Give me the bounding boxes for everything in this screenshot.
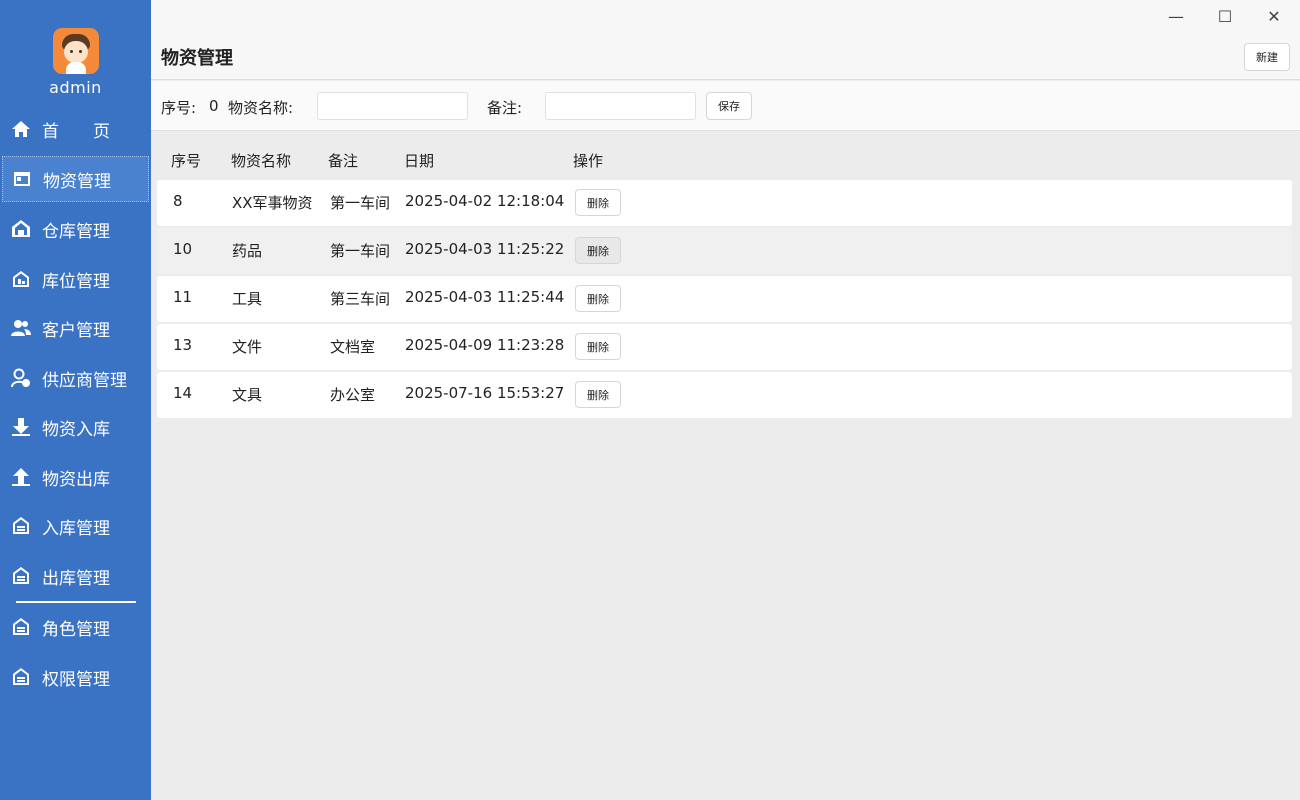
table-header: 序号 物资名称 备注 日期 操作 [151,131,1300,179]
main-content: — ☐ ✕ 物资管理 新建 序号: 0 物资名称: 备注: 保存 序号 物资名称… [151,0,1300,800]
home-icon [10,118,32,140]
sidebar: admin 首 页 物资管理 仓库管理 库位管理 客户管理 供应商管理 物资入库… [0,0,151,800]
table-row[interactable]: 14 文具 办公室 2025-07-16 15:53:27 删除 [157,372,1292,418]
save-button[interactable]: 保存 [706,92,752,120]
column-header-name: 物资名称 [231,152,292,170]
cell-date: 2025-04-02 12:18:04 [405,192,565,210]
username: admin [49,78,102,97]
outbound-icon [10,565,32,587]
delete-button[interactable]: 删除 [575,237,621,264]
sidebar-item-customers[interactable]: 客户管理 [2,305,149,351]
column-header-date: 日期 [404,152,435,170]
sidebar-item-label: 库位管理 [42,271,110,292]
cell-note: 文档室 [330,338,376,356]
delete-button[interactable]: 删除 [575,285,621,312]
cell-id: 13 [173,336,193,354]
close-icon: ✕ [1267,6,1281,26]
sidebar-item-permission[interactable]: 权限管理 [2,654,149,700]
app-window: admin 首 页 物资管理 仓库管理 库位管理 客户管理 供应商管理 物资入库… [0,0,1300,800]
sidebar-item-label: 权限管理 [42,669,110,690]
location-icon [10,268,32,290]
arrow-down-icon [10,416,32,438]
close-button[interactable]: ✕ [1259,4,1289,28]
supplier-icon [10,367,32,389]
materials-icon [11,168,33,190]
new-button[interactable]: 新建 [1244,43,1290,71]
sidebar-item-role[interactable]: 角色管理 [2,604,149,650]
id-value: 0 [209,97,219,115]
sidebar-item-location[interactable]: 库位管理 [2,256,149,302]
sidebar-item-label: 仓库管理 [42,221,110,242]
cell-date: 2025-04-03 11:25:22 [405,240,565,258]
sidebar-item-home[interactable]: 首 页 [2,106,149,152]
maximize-icon: ☐ [1217,6,1233,26]
edit-form: 序号: 0 物资名称: 备注: 保存 [151,81,1300,131]
sidebar-item-supplier[interactable]: 供应商管理 [2,355,149,401]
sidebar-item-label: 物资管理 [43,171,111,192]
sidebar-item-materials[interactable]: 物资管理 [2,156,149,202]
cell-note: 第一车间 [330,194,391,212]
cell-date: 2025-04-09 11:23:28 [405,336,565,354]
sidebar-item-label: 供应商管理 [42,370,127,391]
cell-note: 办公室 [330,386,376,404]
nav-divider [16,601,136,603]
delete-button[interactable]: 删除 [575,333,621,360]
table-row[interactable]: 8 XX军事物资 第一车间 2025-04-02 12:18:04 删除 [157,180,1292,226]
cell-date: 2025-04-03 11:25:44 [405,288,565,306]
minimize-icon: — [1168,6,1184,26]
cell-name: 文具 [232,386,263,404]
cell-id: 11 [173,288,193,306]
cell-note: 第一车间 [330,242,391,260]
delete-button[interactable]: 删除 [575,381,621,408]
role-icon [10,616,32,638]
customers-icon [10,317,32,339]
avatar[interactable] [52,28,99,74]
header-bar: — ☐ ✕ 物资管理 新建 [151,0,1300,80]
sidebar-item-warehouse[interactable]: 仓库管理 [2,206,149,252]
column-header-note: 备注 [328,152,359,170]
cell-id: 8 [173,192,183,210]
table-row[interactable]: 11 工具 第三车间 2025-04-03 11:25:44 删除 [157,276,1292,322]
sidebar-item-label: 客户管理 [42,320,110,341]
permission-icon [10,666,32,688]
sidebar-item-label: 物资入库 [42,419,110,440]
cell-date: 2025-07-16 15:53:27 [405,384,565,402]
sidebar-item-label: 入库管理 [42,518,110,539]
cell-name: XX军事物资 [232,194,313,212]
sidebar-item-label: 角色管理 [42,619,110,640]
arrow-up-icon [10,466,32,488]
sidebar-item-label: 首 页 [42,121,110,142]
id-label: 序号: [161,99,197,117]
cell-note: 第三车间 [330,290,391,308]
sidebar-item-label: 出库管理 [42,568,110,589]
cell-name: 工具 [232,290,263,308]
column-header-action: 操作 [573,152,604,170]
cell-name: 药品 [232,242,263,260]
sidebar-item-stock-in[interactable]: 物资入库 [2,404,149,450]
sidebar-item-stock-out[interactable]: 物资出库 [2,454,149,500]
name-label: 物资名称: [228,99,294,117]
note-input[interactable] [545,92,696,120]
cell-id: 10 [173,240,193,258]
maximize-button[interactable]: ☐ [1210,4,1240,28]
delete-button[interactable]: 删除 [575,189,621,216]
cell-name: 文件 [232,338,263,356]
sidebar-item-label: 物资出库 [42,469,110,490]
cell-id: 14 [173,384,193,402]
name-input[interactable] [317,92,468,120]
user-profile: admin [0,28,151,97]
sidebar-item-outbound[interactable]: 出库管理 [2,553,149,599]
warehouse-icon [10,218,32,240]
column-header-id: 序号 [171,152,202,170]
table-row[interactable]: 10 药品 第一车间 2025-04-03 11:25:22 删除 [157,228,1292,274]
sidebar-item-inbound[interactable]: 入库管理 [2,503,149,549]
table-row[interactable]: 13 文件 文档室 2025-04-09 11:23:28 删除 [157,324,1292,370]
minimize-button[interactable]: — [1161,4,1191,28]
note-label: 备注: [487,99,523,117]
inbound-icon [10,515,32,537]
page-title: 物资管理 [161,48,233,68]
